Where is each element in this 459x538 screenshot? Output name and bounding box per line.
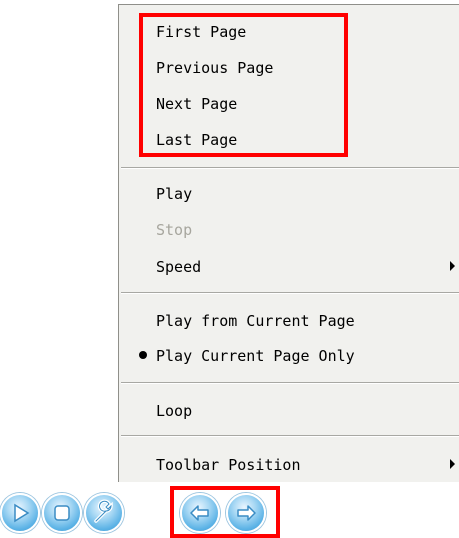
stop-icon <box>54 505 70 521</box>
radio-selected-icon <box>139 351 147 359</box>
menu-separator <box>121 292 459 294</box>
stop-button[interactable] <box>42 493 82 533</box>
settings-button[interactable] <box>84 493 124 533</box>
play-button[interactable] <box>0 493 40 533</box>
play-icon <box>14 503 30 523</box>
menu-item-play-from-current-page[interactable]: Play from Current Page <box>156 307 355 335</box>
submenu-arrow-icon <box>450 459 455 469</box>
menu-item-loop[interactable]: Loop <box>156 397 192 425</box>
menu-item-toolbar-position[interactable]: Toolbar Position <box>156 451 301 479</box>
highlight-box-page-buttons <box>170 486 280 538</box>
menu-separator <box>121 435 459 437</box>
wrench-icon <box>94 499 113 523</box>
screen: First Page Previous Page Next Page Last … <box>0 0 459 538</box>
menu-item-play[interactable]: Play <box>156 180 192 208</box>
menu-item-play-current-page-only[interactable]: Play Current Page Only <box>156 342 355 370</box>
submenu-arrow-icon <box>450 261 455 271</box>
highlight-box-page-navigation <box>139 13 348 157</box>
menu-separator <box>121 382 459 384</box>
menu-item-stop: Stop <box>156 221 193 239</box>
menu-item-speed[interactable]: Speed <box>156 253 201 281</box>
menu-separator <box>121 167 459 169</box>
